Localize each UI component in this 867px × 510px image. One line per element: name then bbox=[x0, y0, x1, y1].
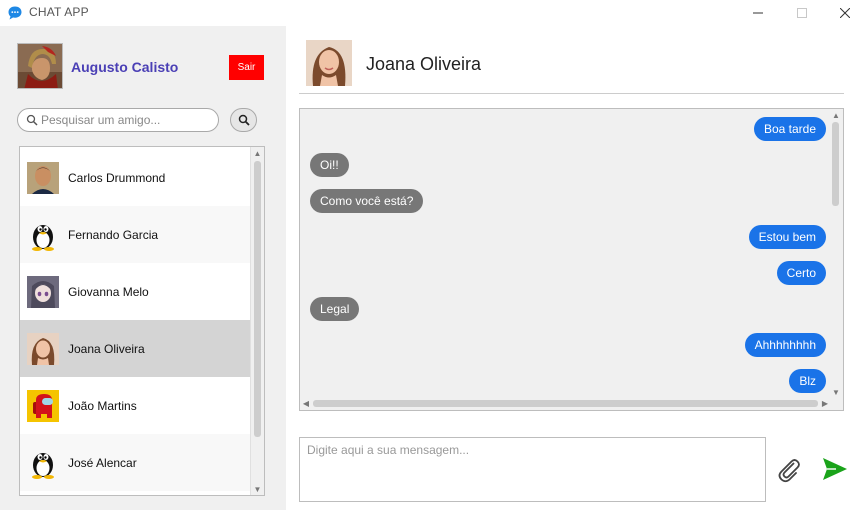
scrollbar-thumb[interactable] bbox=[832, 122, 839, 206]
scrollbar-thumb[interactable] bbox=[313, 400, 818, 407]
header-divider bbox=[299, 93, 844, 94]
minimize-button[interactable] bbox=[738, 0, 778, 26]
search-field[interactable] bbox=[17, 108, 219, 132]
search-icon bbox=[238, 114, 250, 126]
friend-avatar bbox=[27, 275, 59, 308]
friend-item[interactable]: Fernando Garcia bbox=[20, 206, 251, 263]
friend-avatar bbox=[27, 447, 59, 479]
search-input[interactable] bbox=[41, 113, 211, 127]
close-button[interactable] bbox=[825, 0, 865, 26]
message-bubble-received: Legal bbox=[310, 297, 360, 321]
friend-item[interactable]: João Martins bbox=[20, 377, 251, 434]
title-bar: CHAT APP bbox=[0, 0, 867, 26]
scrollbar-thumb[interactable] bbox=[254, 161, 261, 437]
friend-name: Fernando Garcia bbox=[68, 227, 159, 242]
message-input[interactable] bbox=[300, 438, 765, 501]
message-area[interactable]: Boa tarde Oi!! Como você está? Estou bem… bbox=[299, 108, 844, 411]
scroll-right-icon[interactable]: ▶ bbox=[819, 397, 831, 409]
friend-avatar bbox=[27, 389, 59, 422]
message-bubble-received: Oi!! bbox=[310, 153, 349, 177]
close-icon bbox=[840, 8, 850, 18]
scroll-up-icon[interactable]: ▲ bbox=[830, 109, 842, 121]
friend-item[interactable]: Giovanna Melo bbox=[20, 263, 251, 320]
user-avatar bbox=[17, 43, 63, 89]
message-bubble-received: Como você está? bbox=[310, 189, 424, 213]
friend-list-scrollbar[interactable]: ▲ ▼ bbox=[250, 147, 264, 495]
scroll-down-icon[interactable]: ▼ bbox=[251, 483, 264, 495]
message-bubble-sent: Certo bbox=[776, 261, 826, 285]
scroll-left-icon[interactable]: ◀ bbox=[300, 397, 312, 409]
friend-item[interactable]: Carlos Drummond bbox=[20, 149, 251, 206]
friend-name: João Martins bbox=[68, 398, 137, 413]
friend-list[interactable]: Carlos Drummond Fernando Garcia Giovanna… bbox=[19, 146, 265, 496]
search-button[interactable] bbox=[230, 108, 257, 132]
message-bubble-sent: Ahhhhhhhh bbox=[744, 333, 826, 357]
attach-button[interactable] bbox=[775, 455, 803, 483]
message-bubble-sent: Blz bbox=[789, 369, 826, 393]
messages-vertical-scrollbar[interactable]: ▲ ▼ bbox=[829, 109, 843, 398]
message-composer[interactable] bbox=[299, 437, 766, 502]
friend-avatar bbox=[27, 161, 59, 194]
logout-button[interactable]: Sair bbox=[229, 55, 264, 80]
search-icon bbox=[26, 114, 38, 126]
friend-item[interactable]: José Alencar bbox=[20, 434, 251, 491]
friend-avatar bbox=[27, 219, 59, 251]
maximize-button[interactable] bbox=[782, 0, 822, 26]
chat-app-icon bbox=[8, 6, 22, 20]
scroll-up-icon[interactable]: ▲ bbox=[251, 147, 264, 159]
message-bubble-sent: Boa tarde bbox=[753, 117, 826, 141]
friend-name: José Alencar bbox=[68, 455, 137, 470]
send-icon bbox=[823, 458, 847, 480]
minimize-icon bbox=[753, 12, 763, 14]
maximize-icon bbox=[797, 8, 807, 18]
friend-item[interactable]: Joana Oliveira bbox=[20, 320, 251, 377]
sidebar: Augusto Calisto Sair Carlos Drummond bbox=[0, 26, 286, 510]
contact-name: Joana Oliveira bbox=[366, 54, 482, 74]
messages-horizontal-scrollbar[interactable]: ◀ ▶ bbox=[300, 396, 831, 410]
user-name: Augusto Calisto bbox=[71, 59, 179, 75]
paperclip-icon bbox=[778, 459, 800, 483]
scroll-down-icon[interactable]: ▼ bbox=[830, 386, 842, 398]
friend-name: Giovanna Melo bbox=[68, 284, 149, 299]
friend-name: Carlos Drummond bbox=[68, 170, 166, 185]
window-title: CHAT APP bbox=[29, 5, 89, 19]
friend-avatar bbox=[27, 332, 59, 365]
message-bubble-sent: Estou bem bbox=[748, 225, 826, 249]
send-button[interactable] bbox=[821, 455, 849, 483]
friend-name: Joana Oliveira bbox=[68, 341, 145, 356]
contact-avatar bbox=[306, 40, 352, 86]
